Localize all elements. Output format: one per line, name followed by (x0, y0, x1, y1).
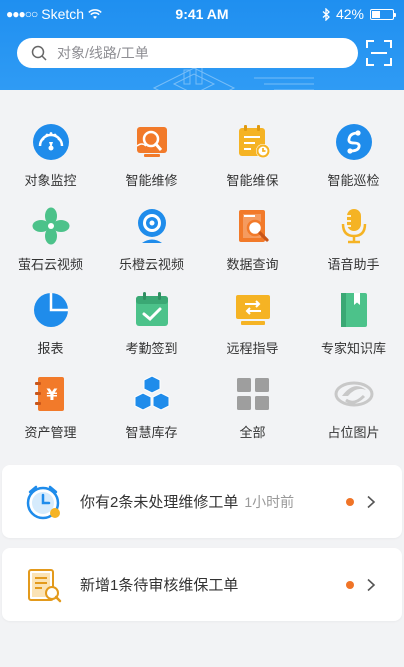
webcam-icon (137, 209, 166, 243)
function-grid: 对象监控 智能维修 智能维保 智能巡检 萤石云视频 乐橙云视频 数据查询 语音助… (0, 108, 404, 444)
grid-item-asset-management[interactable]: ¥ 资产管理 (0, 360, 101, 444)
svg-text:¥: ¥ (46, 385, 57, 404)
header: ●●●○○ Sketch 9:41 AM 42% 对象/线路/工单 (0, 0, 404, 90)
grid-item-remote-guide[interactable]: 远程指导 (202, 276, 303, 360)
grid-item-label: 智能维保 (226, 173, 279, 188)
grid-item-label: 资产管理 (24, 425, 77, 440)
grid-item-reports[interactable]: 报表 (0, 276, 101, 360)
grid-item-object-monitor[interactable]: 对象监控 (0, 108, 101, 192)
battery-percent: 42% (335, 6, 364, 22)
grid-item-smart-repair[interactable]: 智能维修 (101, 108, 202, 192)
notification-message: 你有2条未处理维修工单 (80, 494, 239, 511)
chevron-right-icon (367, 495, 376, 508)
pinwheel-icon (32, 207, 69, 245)
book-icon (340, 293, 367, 327)
grid-item-label: 考勤签到 (125, 341, 178, 356)
cubes-icon (134, 375, 169, 411)
search-placeholder: 对象/线路/工单 (57, 45, 149, 61)
grid-all-icon (236, 378, 269, 410)
notification-text: 新增1条待审核维保工单 (80, 574, 238, 595)
scan-icon[interactable] (366, 40, 392, 66)
document-icon (28, 568, 62, 602)
search-icon (31, 45, 47, 61)
search-bar[interactable]: 对象/线路/工单 (17, 38, 358, 68)
grid-item-label: 对象监控 (24, 173, 77, 188)
grid-item-label: 专家知识库 (320, 341, 386, 356)
grid-item-label: 报表 (37, 341, 64, 356)
remote-guide-icon (235, 295, 270, 325)
unread-dot (346, 497, 354, 506)
chevron-right-icon (367, 578, 376, 591)
grid-item-smart-maintenance[interactable]: 智能维保 (202, 108, 303, 192)
grid-item-label: 全部 (239, 425, 266, 440)
grid-item-label: 占位图片 (327, 425, 380, 440)
unread-dot (346, 580, 354, 589)
microphone-icon (341, 209, 366, 244)
inspection-icon (335, 124, 372, 160)
grid-item-data-query[interactable]: 数据查询 (202, 192, 303, 276)
grid-item-label: 远程指导 (226, 341, 279, 356)
pie-chart-icon (33, 293, 68, 327)
grid-item-smart-inventory[interactable]: 智慧库存 (101, 360, 202, 444)
grid-item-voice-assistant[interactable]: 语音助手 (303, 192, 404, 276)
clock-icon (26, 485, 60, 519)
grid-item-smart-inspection[interactable]: 智能巡检 (303, 108, 404, 192)
calendar-check-icon (135, 292, 168, 326)
battery-icon (370, 8, 396, 20)
data-search-icon (238, 210, 269, 242)
grid-item-label: 数据查询 (226, 257, 279, 272)
repair-icon (136, 127, 167, 157)
asset-icon: ¥ (34, 377, 64, 411)
grid-item-label: 乐橙云视频 (118, 257, 184, 272)
maintenance-icon (238, 125, 270, 158)
bluetooth-icon (322, 7, 330, 21)
notification-time: 1小时前 (244, 494, 295, 510)
grid-item-label: 萤石云视频 (17, 257, 83, 272)
grid-item-all[interactable]: 全部 (202, 360, 303, 444)
notification-card-maintenance[interactable]: 新增1条待审核维保工单 (2, 548, 402, 621)
grid-item-placeholder-image[interactable]: 占位图片 (303, 360, 404, 444)
grid-item-label: 智能巡检 (327, 173, 380, 188)
grid-item-label: 智能维修 (125, 173, 178, 188)
notification-text: 你有2条未处理维修工单 1小时前 (80, 491, 294, 512)
grid-item-imou-video[interactable]: 乐橙云视频 (101, 192, 202, 276)
grid-item-label: 语音助手 (327, 257, 380, 272)
grid-item-attendance[interactable]: 考勤签到 (101, 276, 202, 360)
notification-card-repair[interactable]: 你有2条未处理维修工单 1小时前 (2, 465, 402, 538)
grid-item-label: 智慧库存 (125, 425, 178, 440)
status-bar: ●●●○○ Sketch 9:41 AM 42% (0, 0, 404, 28)
gauge-icon (32, 124, 69, 160)
notification-message: 新增1条待审核维保工单 (80, 577, 239, 594)
grid-item-ezviz-video[interactable]: 萤石云视频 (0, 192, 101, 276)
placeholder-icon (334, 381, 373, 407)
grid-item-knowledge-base[interactable]: 专家知识库 (303, 276, 404, 360)
